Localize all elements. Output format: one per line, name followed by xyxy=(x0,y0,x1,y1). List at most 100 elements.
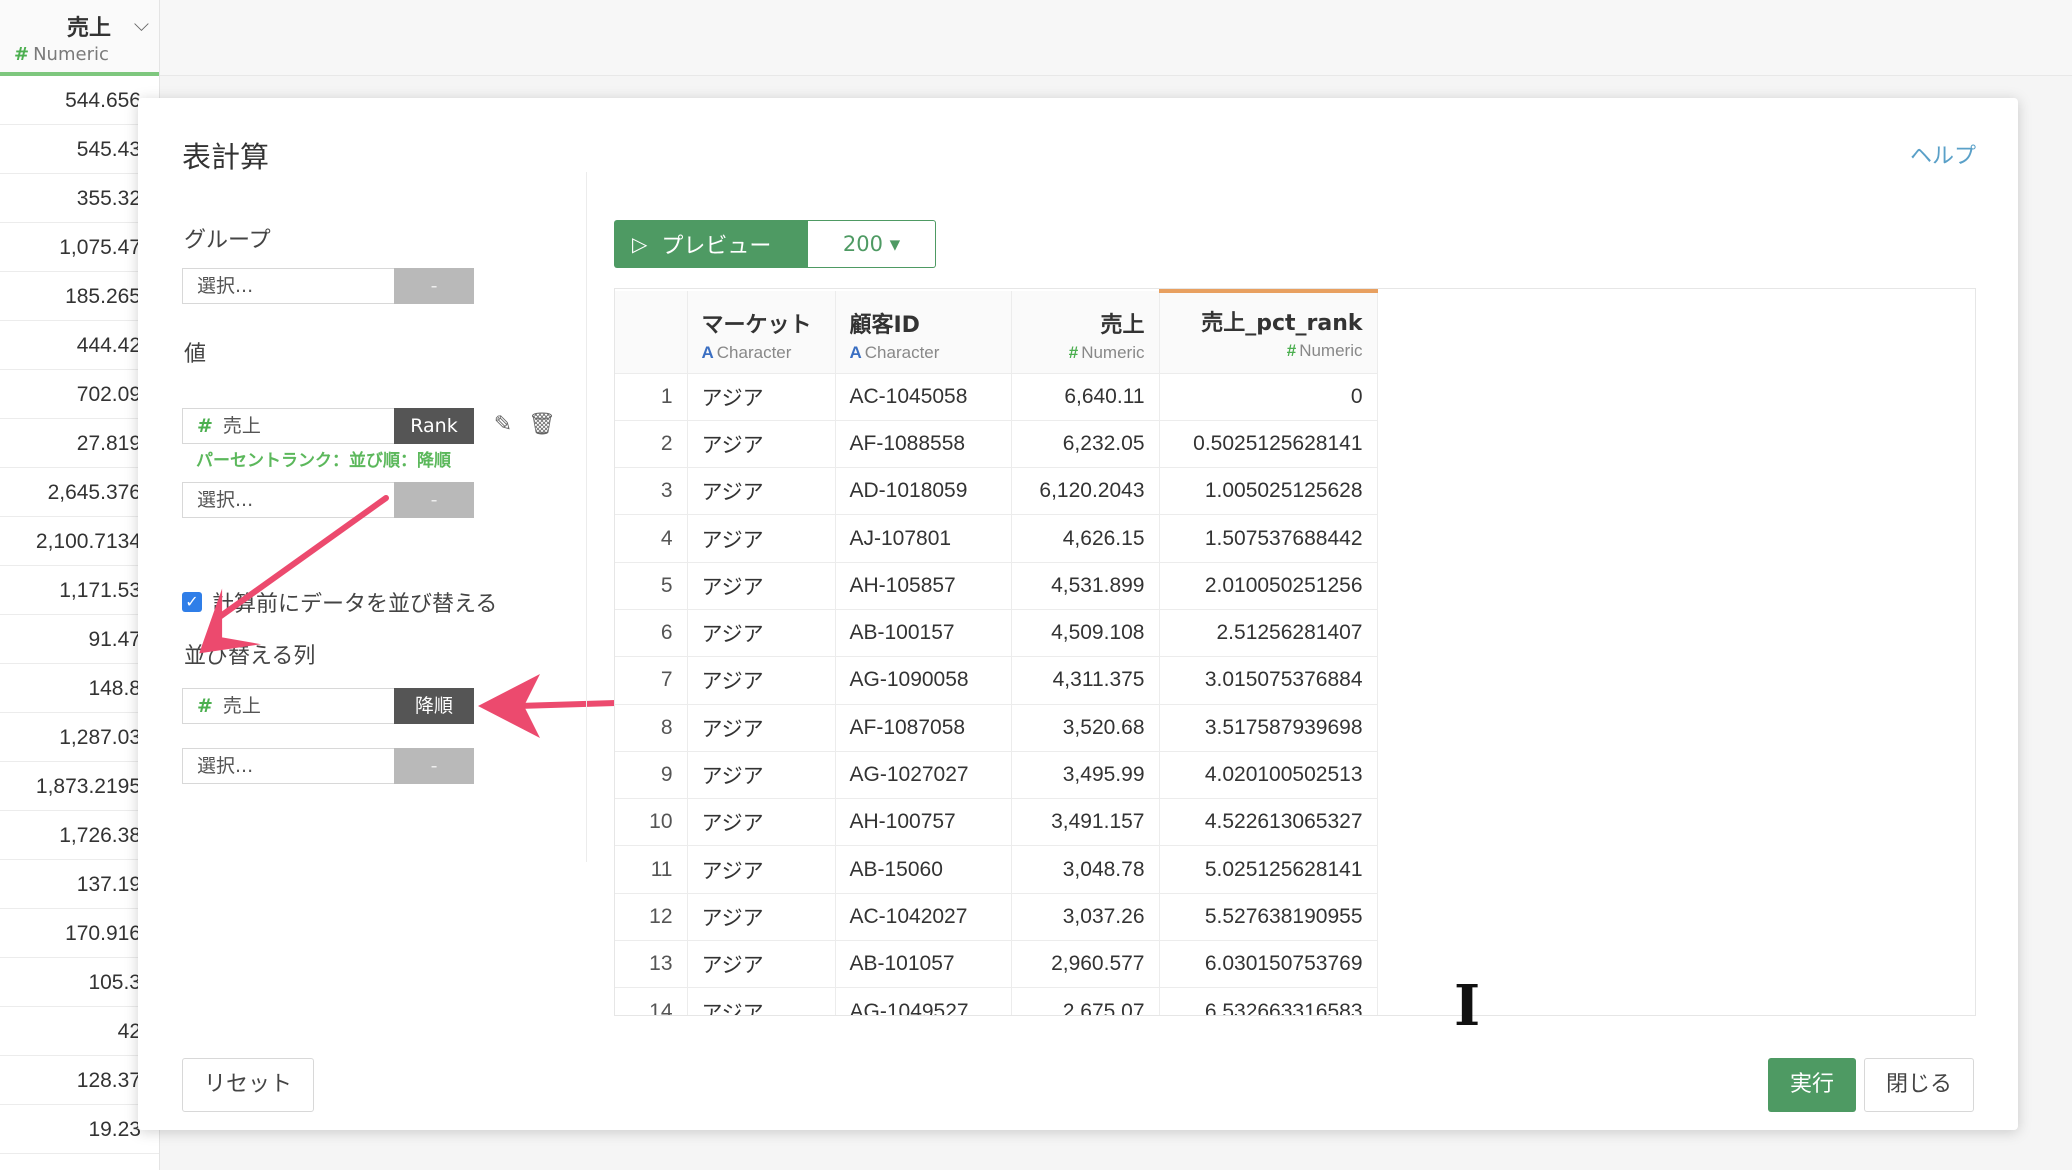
table-row[interactable]: 14 アジア AG-1049527 2,675.07 6.532663316583 xyxy=(615,987,1378,1015)
column-header-customer-id[interactable]: 顧客ID A Character xyxy=(835,291,1012,374)
table-row[interactable]: 5 アジア AH-105857 4,531.899 2.010050251256 xyxy=(615,562,1378,610)
pct-rank-cell: 4.522613065327 xyxy=(1159,798,1378,847)
pct-rank-cell: 3.517587939698 xyxy=(1159,704,1378,752)
background-column-cells: 544.656 545.43 355.32 1,075.47 185.265 444.42… xyxy=(0,76,159,1154)
row-number: 7 xyxy=(615,656,688,705)
customer-id-cell: AJ-107801 xyxy=(835,514,1012,563)
column-type: # Numeric xyxy=(1026,343,1145,363)
chevron-down-icon[interactable]: ⌵ xyxy=(134,12,149,36)
column-type: # Numeric xyxy=(1174,341,1363,361)
close-button[interactable]: 閉じる xyxy=(1864,1058,1974,1112)
row-number: 9 xyxy=(615,751,688,800)
value-field-input[interactable]: # 売上 xyxy=(182,408,394,444)
market-cell: アジア xyxy=(687,893,836,942)
row-number: 1 xyxy=(615,373,688,421)
value-function-button[interactable]: Rank xyxy=(394,408,474,444)
numeric-icon: # xyxy=(1286,341,1297,360)
preview-button-label: プレビュー xyxy=(661,234,772,259)
customer-id-cell: AB-101057 xyxy=(835,940,1012,989)
market-cell: アジア xyxy=(687,704,836,752)
sales-cell: 6,120.2043 xyxy=(1011,467,1160,516)
sales-cell: 2,960.577 xyxy=(1011,940,1160,989)
column-type-label: Numeric xyxy=(1081,343,1145,362)
background-column: 売上 ⌵ # Numeric 544.656 545.43 355.32 1,075.4… xyxy=(0,0,160,1170)
reset-button[interactable]: リセット xyxy=(182,1058,314,1112)
market-cell: アジア xyxy=(687,373,836,421)
trash-icon[interactable]: 🗑 xyxy=(528,412,556,438)
pct-rank-cell: 6.030150753769 xyxy=(1159,940,1378,989)
sales-cell: 6,232.05 xyxy=(1011,420,1160,469)
background-column-type: # Numeric xyxy=(14,44,109,65)
table-row[interactable]: 8 アジア AF-1087058 3,520.68 3.517587939698 xyxy=(615,704,1378,752)
column-type: A Character xyxy=(702,343,821,363)
background-cell: 27.819 xyxy=(0,419,159,468)
background-cell: 702.09 xyxy=(0,370,159,419)
pct-rank-cell: 2.010050251256 xyxy=(1159,562,1378,610)
table-row[interactable]: 3 アジア AD-1018059 6,120.2043 1.005025125628 xyxy=(615,467,1378,516)
pane-divider xyxy=(586,172,587,862)
table-row[interactable]: 6 アジア AB-100157 4,509.108 2.51256281407 xyxy=(615,609,1378,658)
sales-cell: 3,520.68 xyxy=(1011,704,1160,752)
sales-cell: 4,531.899 xyxy=(1011,562,1160,610)
sales-cell: 3,491.157 xyxy=(1011,798,1160,847)
group-option-button[interactable]: - xyxy=(394,268,474,304)
column-name: 売上_pct_rank xyxy=(1201,311,1363,336)
sales-cell: 3,495.99 xyxy=(1011,751,1160,800)
preview-button[interactable]: ▷ プレビュー xyxy=(614,220,808,268)
row-number-header xyxy=(615,291,688,374)
column-header-sales-pct-rank[interactable]: 売上_pct_rank # Numeric xyxy=(1159,289,1378,374)
market-cell: アジア xyxy=(687,609,836,658)
sort-option-button[interactable]: - xyxy=(394,748,474,784)
preview-controls: ▷ プレビュー 200 ▾ xyxy=(614,220,936,268)
table-row[interactable]: 7 アジア AG-1090058 4,311.375 3.015075376884 xyxy=(615,656,1378,705)
column-header-sales[interactable]: 売上 # Numeric xyxy=(1011,291,1160,374)
sort-select-input[interactable]: 選択... xyxy=(182,748,394,784)
sort-column-selector[interactable]: # 売上 降順 xyxy=(182,688,474,724)
pct-rank-cell: 6.532663316583 xyxy=(1159,987,1378,1015)
background-cell: 105.3 xyxy=(0,958,159,1007)
row-number: 8 xyxy=(615,704,688,752)
value-selector[interactable]: # 売上 Rank xyxy=(182,408,474,444)
numeric-icon: # xyxy=(14,44,30,65)
numeric-icon: # xyxy=(197,695,213,717)
pct-rank-cell: 1.507537688442 xyxy=(1159,514,1378,563)
table-row[interactable]: 1 アジア AC-1045058 6,640.11 0 xyxy=(615,373,1378,421)
background-cell: 1,873.2195 xyxy=(0,762,159,811)
background-column-title: 売上 xyxy=(66,16,111,41)
edit-icon[interactable]: ✎ xyxy=(490,412,516,438)
table-row[interactable]: 10 アジア AH-100757 3,491.157 4.522613065327 xyxy=(615,798,1378,847)
table-row[interactable]: 11 アジア AB-15060 3,048.78 5.025125628141 xyxy=(615,845,1378,894)
group-selector[interactable]: 選択... - xyxy=(182,268,474,304)
customer-id-cell: AC-1042027 xyxy=(835,893,1012,942)
background-column-type-label: Numeric xyxy=(33,44,109,65)
table-row[interactable]: 12 アジア AC-1042027 3,037.26 5.527638190955 xyxy=(615,893,1378,942)
column-header-market[interactable]: マーケット A Character xyxy=(687,291,836,374)
market-cell: アジア xyxy=(687,798,836,847)
background-toolbar xyxy=(160,0,2072,76)
pct-rank-cell: 4.020100502513 xyxy=(1159,751,1378,800)
sort-field-input[interactable]: # 売上 xyxy=(182,688,394,724)
help-link[interactable]: ヘルプ xyxy=(1910,138,1976,170)
background-cell: 42 xyxy=(0,1007,159,1056)
sort-column-selector-2[interactable]: 選択... - xyxy=(182,748,474,784)
pct-rank-cell: 5.527638190955 xyxy=(1159,893,1378,942)
table-row[interactable]: 13 アジア AB-101057 2,960.577 6.030150753769 xyxy=(615,940,1378,989)
group-select-input[interactable]: 選択... xyxy=(182,268,394,304)
preview-rows-select[interactable]: 200 ▾ xyxy=(808,220,936,268)
numeric-icon: # xyxy=(197,415,213,437)
table-row[interactable]: 2 アジア AF-1088558 6,232.05 0.5025125628141 xyxy=(615,420,1378,469)
background-cell: 2,100.7134 xyxy=(0,517,159,566)
background-cell: 128.37 xyxy=(0,1056,159,1105)
customer-id-cell: AF-1088558 xyxy=(835,420,1012,469)
market-cell: アジア xyxy=(687,420,836,469)
background-column-header[interactable]: 売上 ⌵ # Numeric xyxy=(0,0,159,76)
table-row[interactable]: 4 アジア AJ-107801 4,626.15 1.507537688442 xyxy=(615,514,1378,563)
run-button[interactable]: 実行 xyxy=(1768,1058,1856,1112)
customer-id-cell: AB-100157 xyxy=(835,609,1012,658)
market-cell: アジア xyxy=(687,514,836,563)
customer-id-cell: AH-100757 xyxy=(835,798,1012,847)
table-row[interactable]: 9 アジア AG-1027027 3,495.99 4.020100502513 xyxy=(615,751,1378,800)
preview-table-container[interactable]: マーケット A Character 顧客ID A Character 売上 # Num… xyxy=(614,288,1976,1016)
play-icon: ▷ xyxy=(632,232,648,256)
sort-order-button[interactable]: 降順 xyxy=(394,688,474,724)
